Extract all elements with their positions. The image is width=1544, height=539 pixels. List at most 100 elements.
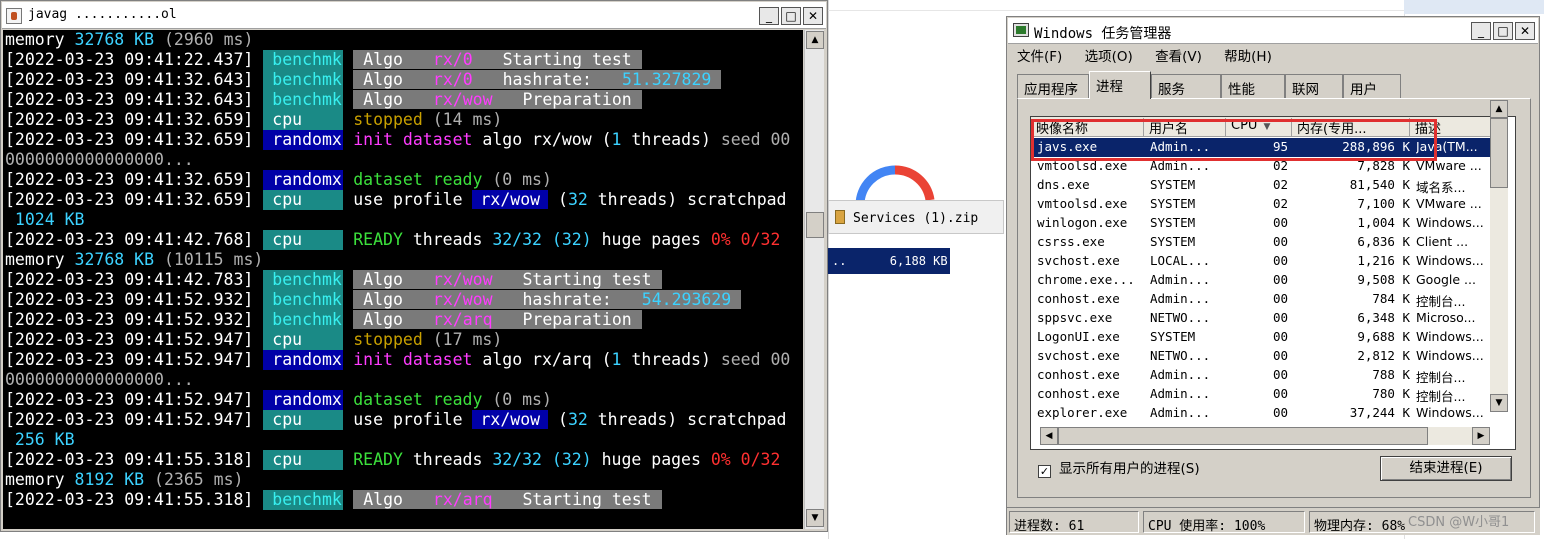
console-line: memory 32768 KB (2960 ms) <box>5 30 803 50</box>
process-list-vertical-scrollbar[interactable]: ▲ ▼ <box>1490 100 1508 412</box>
log-timestamp: [2022-03-23 09:41:52.932] <box>5 290 254 309</box>
console-scrollbar[interactable]: ▲ ▼ <box>804 30 824 529</box>
scroll-thumb[interactable] <box>1058 427 1428 445</box>
log-message-part: threads <box>402 450 493 469</box>
process-cell-cpu: 02 <box>1272 177 1288 192</box>
log-message-part: (14 ms) <box>422 110 503 129</box>
log-message-part: Starting test <box>502 490 662 509</box>
java-icon <box>6 8 22 24</box>
scroll-down-arrow-icon[interactable]: ▼ <box>1490 394 1508 412</box>
process-cell-desc: VMware ... <box>1416 196 1482 211</box>
process-cell-desc: Windows... <box>1416 253 1484 268</box>
log-message-part: Starting test <box>502 270 662 289</box>
process-row[interactable]: dns.exe SYSTEM 02 81,540 K 域名系... <box>1032 176 1497 195</box>
log-timestamp: [2022-03-23 09:41:55.318] <box>5 490 254 509</box>
console-output: memory 32768 KB (2960 ms) [2022-03-23 09:… <box>3 30 803 529</box>
status-process-count: 进程数: 61 <box>1009 511 1139 533</box>
background-selected-row[interactable]: .. 6,188 KB <box>828 248 950 274</box>
log-message-part: huge pages <box>591 450 711 469</box>
process-row[interactable]: svchost.exe NETWO... 00 2,812 K Windows... <box>1032 347 1497 366</box>
process-list[interactable]: 映像名称 用户名 CPU ▼ 内存(专用... 描述 javs.exe Admin.… <box>1030 116 1516 450</box>
scroll-right-arrow-icon[interactable]: ▶ <box>1472 427 1490 445</box>
log-message-part: Algo <box>353 290 423 309</box>
end-process-button[interactable]: 结束进程(E) <box>1380 456 1512 481</box>
scroll-up-arrow-icon[interactable]: ▲ <box>1490 100 1508 118</box>
menu-file[interactable]: 文件(F) <box>1017 45 1062 65</box>
console-line: [2022-03-23 09:41:32.643] benchmk Algo r… <box>5 70 803 90</box>
console-line: 0000000000000000... <box>5 370 803 390</box>
log-timestamp: [2022-03-23 09:41:42.783] <box>5 270 254 289</box>
console-line: memory 32768 KB (10115 ms) <box>5 250 803 270</box>
process-cell-user: Admin... <box>1150 272 1211 287</box>
process-row[interactable]: winlogon.exe SYSTEM 00 1,004 K Windows... <box>1032 214 1497 233</box>
process-row[interactable]: sppsvc.exe NETWO... 00 6,348 K Microso... <box>1032 309 1497 328</box>
scroll-down-arrow-icon[interactable]: ▼ <box>806 509 824 527</box>
process-row[interactable]: csrss.exe SYSTEM 00 6,836 K Client ... <box>1032 233 1497 252</box>
log-message-part: stopped <box>353 330 423 349</box>
process-row[interactable]: explorer.exe Admin... 00 37,244 K Windows... <box>1032 404 1497 423</box>
console-titlebar[interactable]: javag ...........ol _ □ ✕ <box>2 2 826 29</box>
process-row[interactable]: LogonUI.exe SYSTEM 00 9,688 K Windows... <box>1032 328 1497 347</box>
log-message-part: stopped <box>353 110 423 129</box>
log-message-part: algo rx/wow ( <box>472 130 612 149</box>
process-cell-name: svchost.exe <box>1037 348 1120 363</box>
maximize-button[interactable]: □ <box>781 7 801 25</box>
log-message-part: hashrate: <box>502 290 632 309</box>
log-tag: cpu <box>263 110 344 130</box>
show-all-users-checkbox[interactable]: ✓ 显示所有用户的进程(S) <box>1038 457 1200 478</box>
menu-options[interactable]: 选项(O) <box>1085 45 1133 65</box>
maximize-button[interactable]: □ <box>1493 22 1513 40</box>
process-cell-user: NETWO... <box>1150 348 1211 363</box>
menu-view[interactable]: 查看(V) <box>1155 45 1202 65</box>
minimize-button[interactable]: _ <box>1471 22 1491 40</box>
process-row[interactable]: chrome.exe... Admin... 00 9,508 K Google ... <box>1032 271 1497 290</box>
download-item[interactable]: Services (1).zip <box>828 200 1004 234</box>
process-row[interactable]: conhost.exe Admin... 00 788 K 控制台... <box>1032 366 1497 385</box>
close-button[interactable]: ✕ <box>1515 22 1535 40</box>
tab-users[interactable]: 用户 <box>1343 74 1401 98</box>
tab-networking[interactable]: 联网 <box>1285 74 1343 98</box>
process-cell-name: winlogon.exe <box>1037 215 1128 230</box>
tab-processes[interactable]: 进程 <box>1089 71 1151 99</box>
log-tag: cpu <box>263 410 344 430</box>
memory-time: (10115 ms) <box>163 250 264 269</box>
process-cell-user: LOCAL... <box>1150 253 1211 268</box>
minimize-button[interactable]: _ <box>759 7 779 25</box>
memory-label: memory <box>5 470 65 489</box>
log-timestamp: [2022-03-23 09:41:32.659] <box>5 190 254 209</box>
close-button[interactable]: ✕ <box>803 7 823 25</box>
log-message-part: Preparation <box>502 310 642 329</box>
menu-help[interactable]: 帮助(H) <box>1224 45 1272 65</box>
process-row[interactable]: vmtoolsd.exe SYSTEM 02 7,100 K VMware ... <box>1032 195 1497 214</box>
process-row[interactable]: conhost.exe Admin... 00 780 K 控制台... <box>1032 385 1497 404</box>
console-line: [2022-03-23 09:41:32.659] randomx datase… <box>5 170 803 190</box>
log-message-part: rx/wow <box>422 290 503 309</box>
tab-services[interactable]: 服务 <box>1151 74 1221 98</box>
checkbox-check-icon[interactable]: ✓ <box>1038 465 1051 478</box>
tab-performance[interactable]: 性能 <box>1221 74 1285 98</box>
log-message-part: ( <box>548 410 568 429</box>
process-cell-cpu: 00 <box>1272 405 1288 420</box>
log-tag: randomx <box>263 130 344 150</box>
log-message-part: threads) <box>621 130 721 149</box>
process-cell-mem: 788 K <box>1372 367 1410 382</box>
scroll-up-arrow-icon[interactable]: ▲ <box>806 31 824 49</box>
process-cell-mem: 7,100 K <box>1357 196 1410 211</box>
process-row[interactable]: svchost.exe LOCAL... 00 1,216 K Windows... <box>1032 252 1497 271</box>
process-cell-desc: Windows... <box>1416 329 1484 344</box>
process-cell-cpu: 00 <box>1272 310 1288 325</box>
process-list-horizontal-scrollbar[interactable]: ◀ ▶ <box>1040 427 1490 445</box>
scroll-thumb[interactable] <box>806 212 824 238</box>
scroll-thumb[interactable] <box>1490 118 1508 188</box>
status-cpu-usage: CPU 使用率: 100% <box>1143 511 1305 533</box>
tab-applications[interactable]: 应用程序 <box>1017 74 1089 98</box>
task-manager-titlebar[interactable]: Windows 任务管理器 _ □ ✕ <box>1008 18 1538 44</box>
log-timestamp: [2022-03-23 09:41:52.947] <box>5 350 254 369</box>
log-message-part: rx/arq <box>422 490 503 509</box>
log-message-part: threads) <box>621 350 721 369</box>
log-tag: benchmk <box>263 70 344 90</box>
process-row[interactable]: conhost.exe Admin... 00 784 K 控制台... <box>1032 290 1497 309</box>
scroll-left-arrow-icon[interactable]: ◀ <box>1040 427 1058 445</box>
process-cell-desc: Microso... <box>1416 310 1476 325</box>
log-message-part: Algo <box>353 270 423 289</box>
